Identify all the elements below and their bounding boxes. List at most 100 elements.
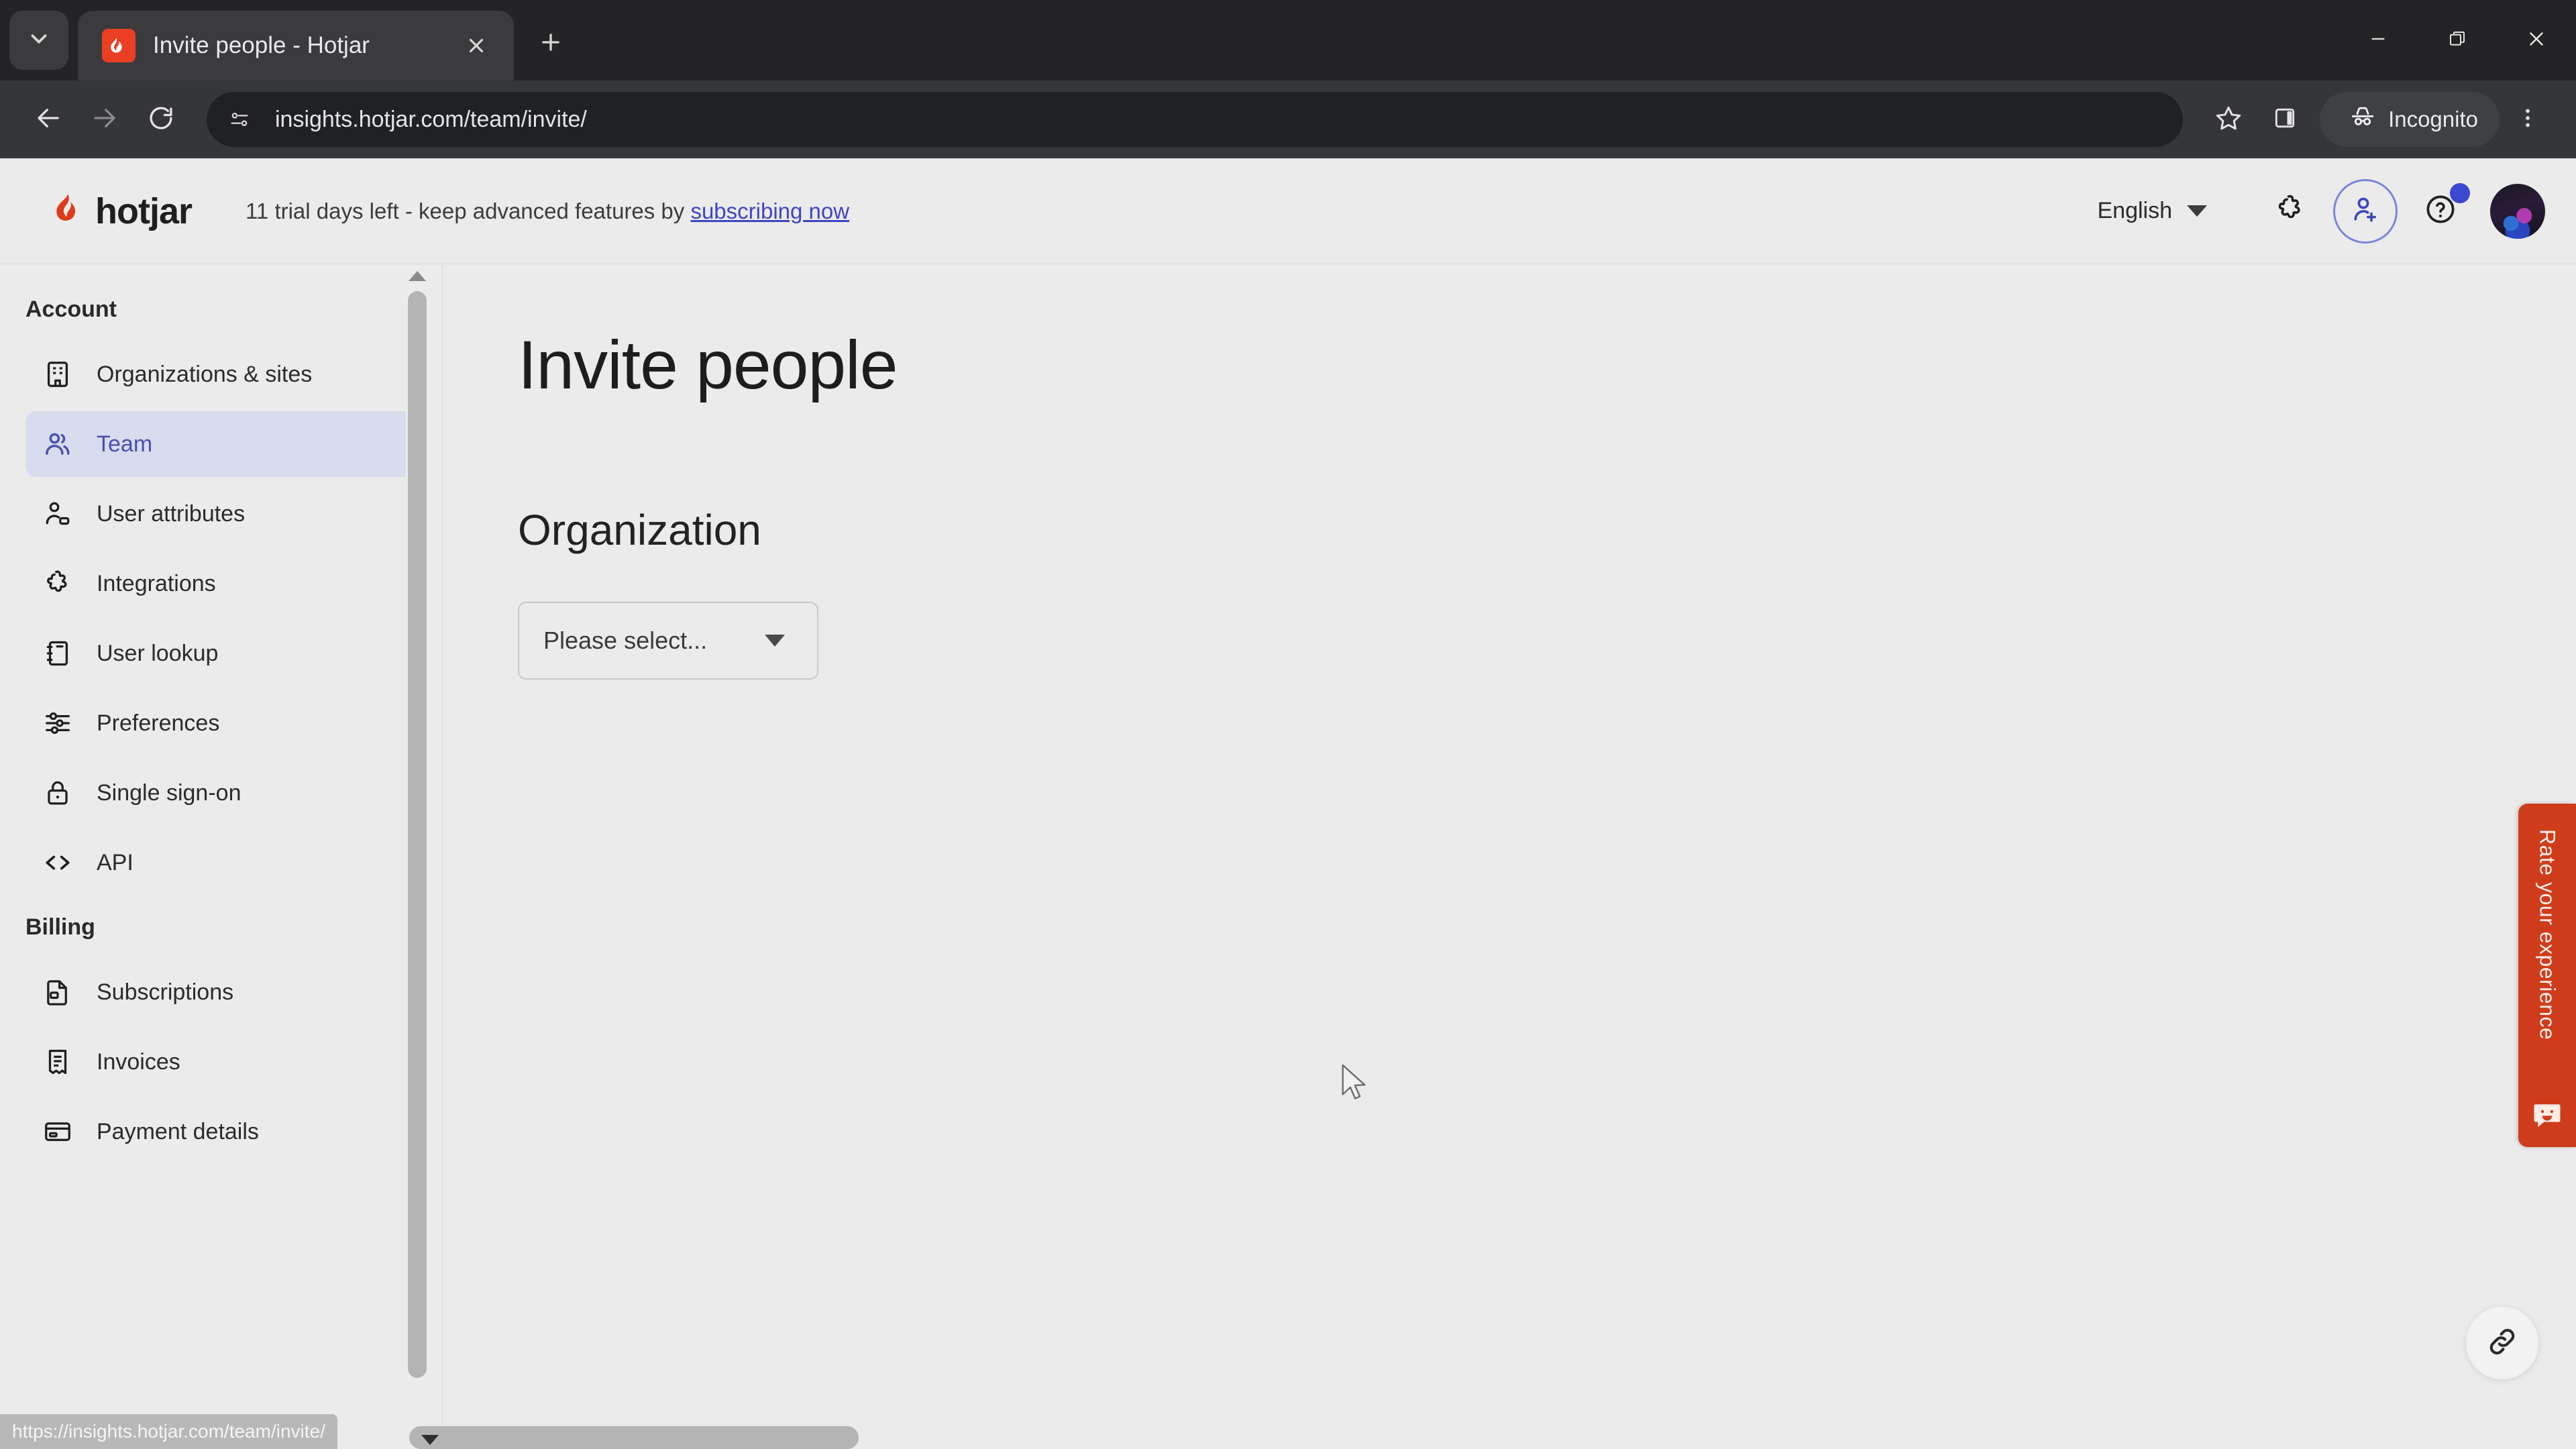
- chevron-down-icon: [26, 26, 52, 55]
- sidebar-item-subscriptions[interactable]: Subscriptions: [25, 959, 427, 1025]
- status-bar-url: https://insights.hotjar.com/team/invite/: [12, 1421, 325, 1442]
- address-bar[interactable]: insights.hotjar.com/team/invite/: [207, 92, 2184, 147]
- lock-icon: [40, 775, 75, 810]
- sidebar-item-label: Integrations: [97, 570, 216, 596]
- sidebar-item-invoices[interactable]: Invoices: [25, 1029, 427, 1095]
- page-viewport: hotjar 11 trial days left - keep advance…: [0, 158, 2576, 1449]
- scroll-up-arrow-icon[interactable]: [406, 264, 429, 287]
- sidebar-item-label: Preferences: [97, 710, 220, 736]
- scrollbar-thumb[interactable]: [408, 291, 427, 1378]
- close-icon: [2525, 28, 2548, 54]
- sidebar-scrollbar[interactable]: [406, 264, 429, 1448]
- subscribe-link[interactable]: subscribing now: [690, 199, 849, 223]
- maximize-button[interactable]: [2418, 0, 2497, 80]
- sidebar-group-label-account: Account: [25, 297, 117, 322]
- settings-sidebar: Account Organizations & sites Team User …: [0, 264, 443, 1448]
- sidebar-item-integrations[interactable]: Integrations: [25, 551, 427, 616]
- sidebar-item-preferences[interactable]: Preferences: [25, 690, 427, 756]
- people-icon: [40, 427, 75, 462]
- sidebar-item-payment-details[interactable]: Payment details: [25, 1099, 427, 1165]
- sidebar-item-label: Team: [97, 431, 153, 457]
- notification-badge: [2450, 182, 2470, 203]
- puzzle-piece-icon: [2273, 193, 2307, 229]
- new-tab-button[interactable]: [526, 19, 576, 68]
- app-header: hotjar 11 trial days left - keep advance…: [0, 158, 2576, 264]
- sidebar-item-user-lookup[interactable]: User lookup: [25, 621, 427, 686]
- minimize-button[interactable]: [2339, 0, 2418, 80]
- caret-down-icon: [765, 635, 785, 647]
- avatar[interactable]: [2490, 183, 2545, 239]
- add-user-icon: [2349, 193, 2381, 229]
- sidebar-item-api[interactable]: API: [25, 830, 427, 896]
- user-tag-icon: [40, 496, 75, 531]
- sidebar-item-label: Invoices: [97, 1049, 180, 1075]
- kebab-menu-icon: [2516, 106, 2540, 133]
- credit-card-icon: [40, 1114, 75, 1149]
- trial-banner: 11 trial days left - keep advanced featu…: [246, 199, 849, 224]
- restore-icon: [2447, 29, 2467, 52]
- copy-link-button[interactable]: [2466, 1307, 2538, 1379]
- sliders-icon: [40, 706, 75, 741]
- url-text: insights.hotjar.com/team/invite/: [275, 106, 587, 132]
- star-icon: [2214, 104, 2243, 136]
- sidebar-item-label: Payment details: [97, 1118, 259, 1144]
- browser-toolbar: insights.hotjar.com/team/invite/ Incogni…: [0, 80, 2576, 158]
- organization-select-value: Please select...: [543, 627, 708, 654]
- language-selector[interactable]: English: [2097, 198, 2207, 224]
- page-title: Invite people: [518, 327, 898, 403]
- tab-strip: Invite people - Hotjar: [0, 0, 2576, 80]
- organization-select[interactable]: Please select...: [518, 602, 818, 680]
- sidebar-item-label: User attributes: [97, 500, 246, 527]
- incognito-icon: [2349, 103, 2376, 136]
- building-icon: [40, 357, 75, 392]
- rate-experience-label: Rate your experience: [2535, 829, 2560, 1040]
- status-bar: https://insights.hotjar.com/team/invite/: [0, 1414, 337, 1449]
- invite-people-button[interactable]: [2333, 178, 2398, 244]
- forward-arrow-icon: [91, 104, 119, 136]
- section-title-organization: Organization: [518, 506, 761, 554]
- hotjar-logo[interactable]: hotjar: [50, 191, 193, 232]
- mouse-cursor: [1339, 1064, 1368, 1103]
- browser-window: Invite people - Hotjar insights.hotjar.c…: [0, 0, 2576, 1449]
- back-arrow-icon: [34, 104, 62, 136]
- close-window-button[interactable]: [2497, 0, 2576, 80]
- horizontal-scrollbar[interactable]: [0, 1426, 2576, 1449]
- site-settings-icon[interactable]: [219, 99, 260, 140]
- help-button[interactable]: [2408, 179, 2473, 244]
- sidebar-item-user-attributes[interactable]: User attributes: [25, 481, 427, 547]
- plus-icon: [538, 30, 564, 58]
- browser-tab[interactable]: Invite people - Hotjar: [78, 11, 514, 80]
- sidebar-item-organizations-sites[interactable]: Organizations & sites: [25, 341, 427, 407]
- app-body: Account Organizations & sites Team User …: [0, 264, 2576, 1448]
- tab-title: Invite people - Hotjar: [153, 32, 370, 58]
- sidebar-item-label: User lookup: [97, 640, 219, 666]
- reload-button[interactable]: [133, 91, 189, 148]
- browser-menu-button[interactable]: [2500, 91, 2556, 148]
- window-controls: [2339, 0, 2576, 80]
- forward-button[interactable]: [76, 91, 133, 148]
- incognito-label: Incognito: [2388, 107, 2478, 131]
- app-header-actions: English: [2097, 178, 2545, 244]
- sidebar-item-label: API: [97, 849, 133, 875]
- close-icon[interactable]: [459, 28, 494, 63]
- back-button[interactable]: [20, 91, 76, 148]
- incognito-indicator[interactable]: Incognito: [2320, 92, 2500, 147]
- reload-icon: [147, 104, 175, 136]
- rate-experience-tab[interactable]: Rate your experience: [2518, 804, 2576, 1147]
- scroll-down-arrow-icon[interactable]: [421, 1435, 439, 1445]
- link-icon: [2485, 1325, 2519, 1362]
- side-panel-button[interactable]: [2257, 91, 2313, 148]
- sidebar-item-label: Subscriptions: [97, 979, 234, 1005]
- tab-search-button[interactable]: [9, 11, 68, 70]
- integrations-button[interactable]: [2258, 179, 2322, 244]
- sidebar-item-team[interactable]: Team: [25, 411, 427, 477]
- bookmark-button[interactable]: [2200, 91, 2257, 148]
- sidebar-item-single-sign-on[interactable]: Single sign-on: [25, 760, 427, 826]
- main-content: Invite people Organization Please select…: [443, 264, 2576, 1448]
- sidebar-group-label-billing: Billing: [25, 914, 95, 940]
- chevron-down-icon: [2187, 205, 2207, 217]
- sidebar-item-label: Single sign-on: [97, 780, 241, 806]
- scrollbar-thumb[interactable]: [409, 1426, 859, 1449]
- side-panel-icon: [2272, 105, 2298, 134]
- document-lock-icon: [40, 975, 75, 1010]
